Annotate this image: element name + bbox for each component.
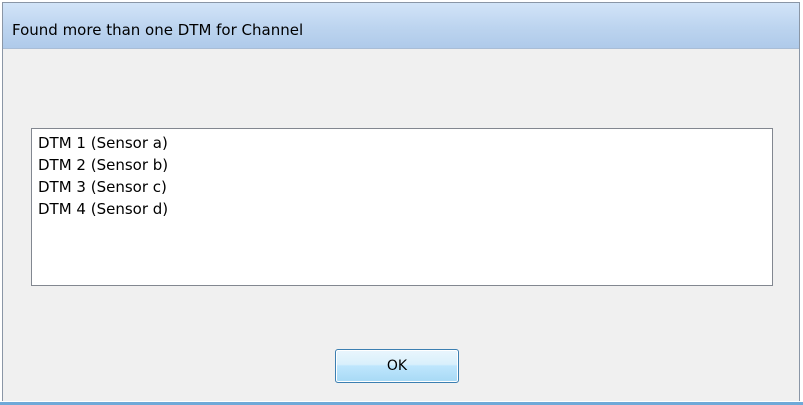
list-item-dtm-3[interactable]: DTM 3 (Sensor c) (38, 176, 766, 198)
list-item-dtm-2[interactable]: DTM 2 (Sensor b) (38, 154, 766, 176)
dtm-selection-dialog: Found more than one DTM for Channel DTM … (2, 2, 800, 401)
dialog-title: Found more than one DTM for Channel (12, 21, 304, 39)
list-item-dtm-1[interactable]: DTM 1 (Sensor a) (38, 132, 766, 154)
dtm-listbox[interactable]: DTM 1 (Sensor a) DTM 2 (Sensor b) DTM 3 … (31, 128, 773, 286)
ok-button[interactable]: OK (335, 349, 459, 383)
list-item-dtm-4[interactable]: DTM 4 (Sensor d) (38, 198, 766, 220)
dialog-titlebar[interactable]: Found more than one DTM for Channel (3, 3, 799, 49)
